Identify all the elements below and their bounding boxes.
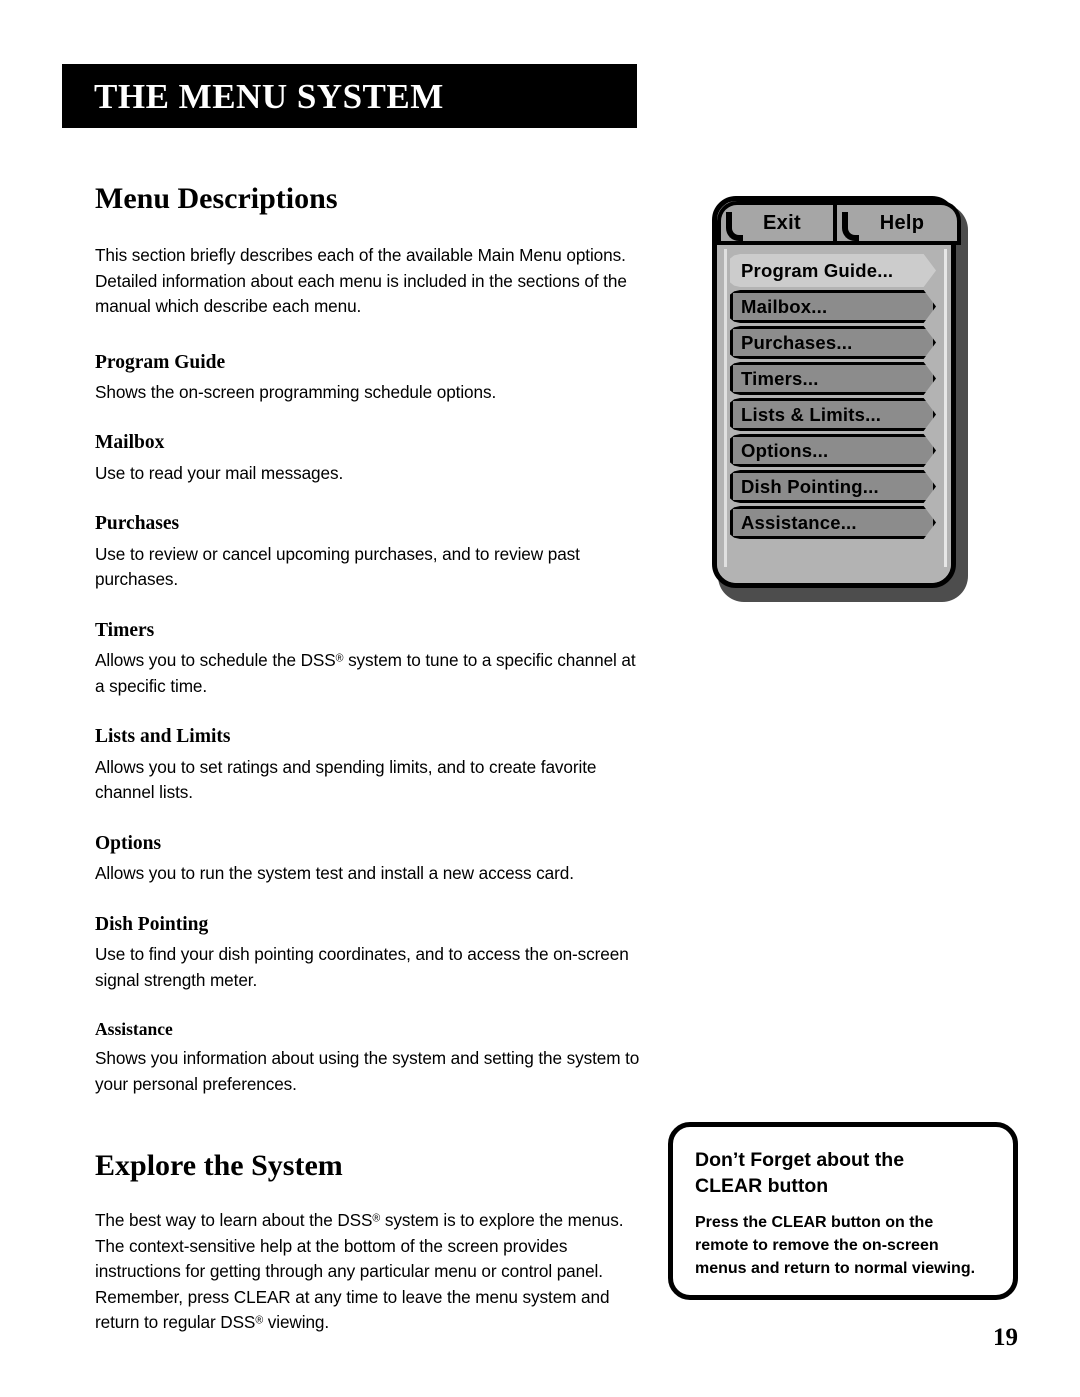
section-heading-menu-descriptions: Menu Descriptions xyxy=(95,182,338,215)
description-lists-and-limits: Allows you to set ratings and spending l… xyxy=(95,756,597,803)
tab-help-label: Help xyxy=(879,211,925,234)
registered-trademark-icon: ® xyxy=(372,1212,381,1225)
description-timers-pre: Allows you to schedule the DSS xyxy=(95,650,336,671)
callout-title-line2: CLEAR button xyxy=(695,1175,829,1197)
main-text-column: Menu Descriptions This section briefly d… xyxy=(95,182,647,1336)
tab-exit[interactable]: Exit xyxy=(717,201,835,245)
page-title: THE MENU SYSTEM xyxy=(94,76,444,116)
subheading-program-guide: Program Guide xyxy=(95,351,226,373)
subheading-options: Options xyxy=(95,832,162,854)
tab-help[interactable]: Help xyxy=(835,201,961,245)
page-header-banner: THE MENU SYSTEM xyxy=(62,64,637,128)
callout-body-text: Press the CLEAR button on the remote to … xyxy=(695,1214,976,1277)
menu-item-label: Dish Pointing... xyxy=(741,475,879,497)
description-timers: Allows you to schedule the DSS® system t… xyxy=(95,648,647,699)
description-program-guide: Shows the on-screen programming schedule… xyxy=(95,381,497,402)
menu-item-timers[interactable]: Timers... xyxy=(730,362,936,395)
explore-paragraph-part1: The best way to learn about the DSS xyxy=(95,1210,373,1231)
subheading-lists-and-limits: Lists and Limits xyxy=(95,726,231,748)
corner-bracket-icon xyxy=(842,212,859,241)
tab-exit-label: Exit xyxy=(763,211,801,234)
page-number: 19 xyxy=(993,1324,1018,1351)
menu-item-label: Timers... xyxy=(741,367,819,389)
subheading-assistance: Assistance xyxy=(95,1019,173,1040)
callout-title: Don’t Forget about the CLEAR button xyxy=(695,1147,991,1199)
callout-box-clear-button: Don’t Forget about the CLEAR button Pres… xyxy=(668,1122,1018,1300)
menu-item-label: Lists & Limits... xyxy=(741,403,882,425)
description-mailbox: Use to read your mail messages. xyxy=(95,462,344,483)
menu-item-options[interactable]: Options... xyxy=(730,434,936,467)
subheading-dish-pointing: Dish Pointing xyxy=(95,913,209,935)
menu-button-list: Program Guide... Mailbox... Purchases...… xyxy=(717,245,951,583)
menu-item-program-guide[interactable]: Program Guide... xyxy=(730,254,936,287)
intro-paragraph: This section briefly describes each of t… xyxy=(95,245,627,316)
subheading-mailbox: Mailbox xyxy=(95,432,165,454)
menu-item-label: Purchases... xyxy=(741,331,853,353)
menu-tab-bar: Exit Help xyxy=(717,201,961,245)
description-purchases: Use to review or cancel upcoming purchas… xyxy=(95,543,580,590)
menu-item-label: Assistance... xyxy=(741,511,857,533)
explore-paragraph-part3: viewing. xyxy=(263,1312,330,1333)
menu-item-label: Program Guide... xyxy=(741,259,894,281)
menu-item-mailbox[interactable]: Mailbox... xyxy=(730,290,936,323)
callout-title-line1: Don’t Forget about the xyxy=(695,1149,905,1171)
corner-bracket-icon xyxy=(726,212,743,241)
subheading-purchases: Purchases xyxy=(95,513,180,535)
description-options: Allows you to run the system test and in… xyxy=(95,863,574,884)
menu-item-label: Mailbox... xyxy=(741,295,828,317)
description-dish-pointing: Use to find your dish pointing coordinat… xyxy=(95,944,629,990)
registered-trademark-icon: ® xyxy=(255,1314,264,1327)
explore-paragraph: The best way to learn about the DSS® sys… xyxy=(95,1208,647,1336)
menu-item-dish-pointing[interactable]: Dish Pointing... xyxy=(730,470,936,503)
menu-item-assistance[interactable]: Assistance... xyxy=(730,506,936,539)
menu-item-lists-and-limits[interactable]: Lists & Limits... xyxy=(730,398,936,431)
onscreen-menu-illustration: Exit Help Program Guide... Mailbox... Pu… xyxy=(712,196,968,602)
subheading-timers: Timers xyxy=(95,619,155,641)
menu-item-label: Options... xyxy=(741,439,829,461)
description-assistance: Shows you information about using the sy… xyxy=(95,1048,640,1094)
menu-item-purchases[interactable]: Purchases... xyxy=(730,326,936,359)
section-heading-explore-the-system: Explore the System xyxy=(95,1149,343,1183)
